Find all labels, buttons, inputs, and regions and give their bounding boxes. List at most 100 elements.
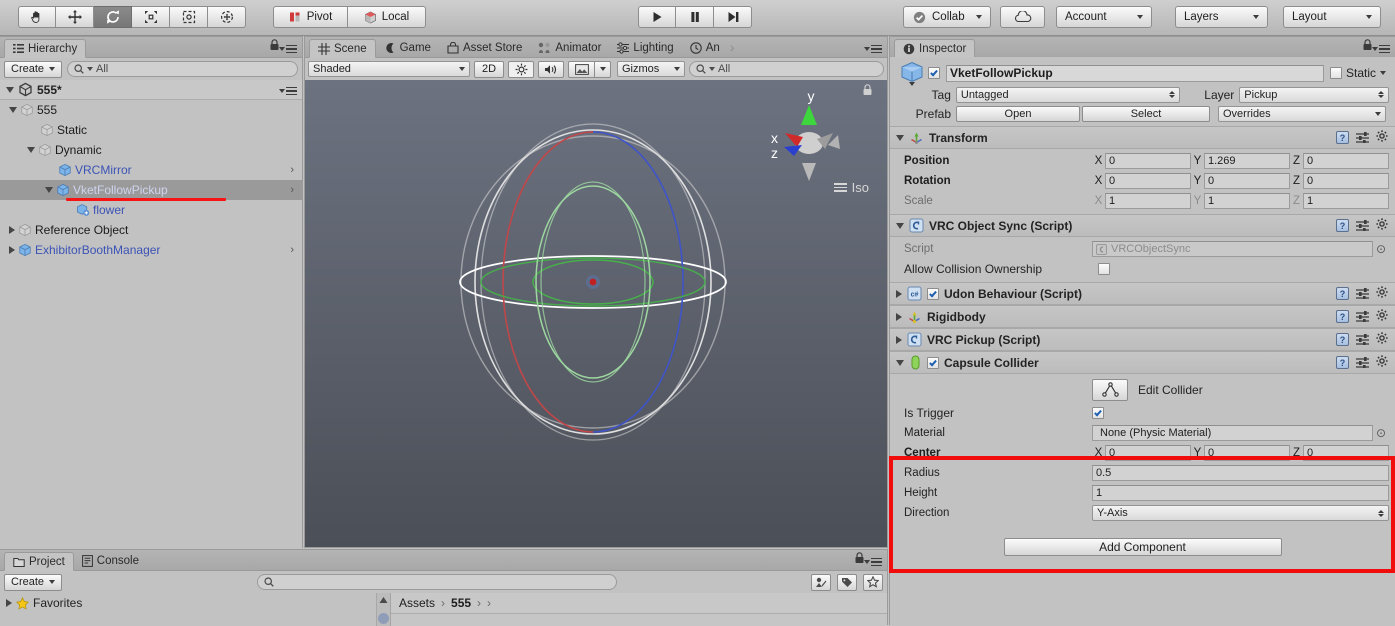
scene-view-gizmo[interactable]: y x z bbox=[753, 85, 863, 190]
project-content[interactable]: Assets › 555 › › bbox=[391, 593, 887, 626]
scene-search-input[interactable]: All bbox=[689, 61, 884, 77]
object-enabled-checkbox[interactable] bbox=[928, 67, 940, 79]
help-icon[interactable]: ? bbox=[1336, 287, 1349, 300]
rect-tool-button[interactable] bbox=[170, 6, 208, 28]
object-picker-icon[interactable]: ⊙ bbox=[1373, 426, 1389, 440]
tab-hierarchy[interactable]: Hierarchy bbox=[4, 39, 87, 58]
input-radius[interactable]: 0.5 bbox=[1092, 465, 1389, 481]
expand-arrow[interactable] bbox=[9, 246, 15, 254]
hierarchy-item-reference-object[interactable]: Reference Object bbox=[0, 220, 302, 240]
layout-button[interactable]: Layout bbox=[1283, 6, 1381, 28]
preset-icon[interactable] bbox=[1356, 288, 1369, 299]
tab-asset-store[interactable]: Asset Store bbox=[439, 38, 530, 57]
input-height[interactable]: 1 bbox=[1092, 485, 1389, 501]
component-expand-arrow[interactable] bbox=[896, 335, 902, 344]
tab-overflow-arrow[interactable]: › bbox=[730, 39, 735, 55]
checkbox-is-trigger[interactable] bbox=[1092, 407, 1104, 419]
object-name-input[interactable]: VketFollowPickup bbox=[946, 64, 1324, 82]
panel-menu-icon[interactable] bbox=[1372, 44, 1390, 53]
account-button[interactable]: Account bbox=[1056, 6, 1152, 28]
component-expand-arrow[interactable] bbox=[896, 359, 904, 366]
gear-icon[interactable] bbox=[1376, 355, 1389, 370]
component-header-vrc-object-sync-script[interactable]: VRC Object Sync (Script)? bbox=[890, 214, 1395, 237]
prefab-open-button[interactable]: Open bbox=[956, 105, 1080, 122]
chevron-right-icon[interactable]: › bbox=[290, 164, 294, 176]
step-button[interactable] bbox=[714, 6, 752, 28]
breadcrumb[interactable]: Assets › 555 › › bbox=[391, 593, 887, 614]
layers-button[interactable]: Layers bbox=[1175, 6, 1268, 28]
project-search-input[interactable] bbox=[256, 574, 617, 590]
hand-tool-button[interactable] bbox=[18, 6, 56, 28]
project-favorites-button[interactable] bbox=[863, 573, 883, 591]
hierarchy-item-vrcmirror[interactable]: VRCMirror › bbox=[0, 160, 302, 180]
object-field-script[interactable]: VRCObjectSync bbox=[1092, 241, 1373, 257]
expand-arrow[interactable] bbox=[27, 147, 35, 153]
preset-icon[interactable] bbox=[1356, 334, 1369, 345]
component-header-vrc-pickup-script[interactable]: VRC Pickup (Script)? bbox=[890, 328, 1395, 351]
expand-arrow[interactable] bbox=[45, 187, 53, 193]
preset-icon[interactable] bbox=[1356, 220, 1369, 231]
input-position-x[interactable]: 0 bbox=[1105, 153, 1191, 169]
input-center-z[interactable]: 0 bbox=[1303, 445, 1389, 461]
tab-scene[interactable]: Scene bbox=[309, 39, 376, 58]
project-tree[interactable]: Favorites bbox=[0, 593, 391, 626]
input-rotation-y[interactable]: 0 bbox=[1204, 173, 1290, 189]
gear-icon[interactable] bbox=[1376, 332, 1389, 347]
help-icon[interactable]: ? bbox=[1336, 131, 1349, 144]
hierarchy-item-static[interactable]: Static bbox=[0, 120, 302, 140]
input-center-x[interactable]: 0 bbox=[1105, 445, 1191, 461]
preset-icon[interactable] bbox=[1356, 357, 1369, 368]
hierarchy-item-555[interactable]: 555 bbox=[0, 100, 302, 120]
tab-an[interactable]: An bbox=[682, 38, 728, 57]
input-position-y[interactable]: 1.269 bbox=[1204, 153, 1290, 169]
scene-panel-menu-icon[interactable] bbox=[864, 44, 882, 53]
preset-icon[interactable] bbox=[1356, 311, 1369, 322]
project-filter-label-button[interactable] bbox=[837, 573, 857, 591]
component-enabled-checkbox[interactable] bbox=[927, 356, 939, 369]
help-icon[interactable]: ? bbox=[1336, 219, 1349, 232]
hierarchy-tree[interactable]: 555 Static Dynamic VRCMirror › VketFollowPick… bbox=[0, 100, 302, 551]
static-dropdown-arrow[interactable] bbox=[1380, 71, 1386, 75]
breadcrumb-item[interactable]: Assets bbox=[399, 596, 435, 610]
tab-game[interactable]: Game bbox=[376, 38, 439, 57]
collab-button[interactable]: Collab bbox=[903, 6, 991, 28]
preset-icon[interactable] bbox=[1356, 132, 1369, 143]
add-component-button[interactable]: Add Component bbox=[1003, 538, 1282, 556]
component-expand-arrow[interactable] bbox=[896, 222, 904, 229]
hierarchy-item-vketfollowpickup[interactable]: VketFollowPickup › bbox=[0, 180, 302, 200]
scene-expand-arrow[interactable] bbox=[6, 86, 14, 93]
project-tree-item-favorites[interactable]: Favorites bbox=[0, 593, 390, 613]
tab-console[interactable]: Console bbox=[74, 551, 147, 570]
gear-icon[interactable] bbox=[1376, 130, 1389, 145]
scene-fx-toggle[interactable] bbox=[568, 60, 595, 78]
play-button[interactable] bbox=[638, 6, 676, 28]
component-expand-arrow[interactable] bbox=[896, 134, 904, 141]
help-icon[interactable]: ? bbox=[1336, 333, 1349, 346]
tag-dropdown[interactable]: Untagged bbox=[955, 86, 1181, 103]
project-tree-scrollbar[interactable] bbox=[376, 593, 390, 626]
tab-inspector[interactable]: Inspector bbox=[894, 39, 976, 58]
rotate-tool-button[interactable] bbox=[94, 6, 132, 28]
scene-audio-toggle[interactable] bbox=[538, 60, 564, 78]
gear-icon[interactable] bbox=[1376, 286, 1389, 301]
hierarchy-item-flower[interactable]: flower bbox=[0, 200, 302, 220]
scene-fx-dropdown[interactable] bbox=[595, 60, 611, 78]
shading-mode-dropdown[interactable]: Shaded bbox=[308, 61, 470, 77]
component-expand-arrow[interactable] bbox=[896, 289, 902, 298]
scene-projection-toggle[interactable]: Iso bbox=[833, 180, 869, 195]
checkbox-allow-collision-ownership[interactable] bbox=[1098, 263, 1110, 275]
hierarchy-item-dynamic[interactable]: Dynamic bbox=[0, 140, 302, 160]
object-field-material[interactable]: None (Physic Material) bbox=[1092, 425, 1373, 441]
help-icon[interactable]: ? bbox=[1336, 310, 1349, 323]
breadcrumb-item[interactable]: 555 bbox=[451, 596, 471, 610]
gizmos-dropdown[interactable]: Gizmos bbox=[617, 61, 685, 77]
component-header-transform[interactable]: Transform? bbox=[890, 126, 1395, 149]
prefab-select-button[interactable]: Select bbox=[1082, 105, 1210, 122]
dropdown-direction[interactable]: Y-Axis bbox=[1092, 505, 1389, 521]
input-rotation-x[interactable]: 0 bbox=[1105, 173, 1191, 189]
scale-tool-button[interactable] bbox=[132, 6, 170, 28]
static-checkbox[interactable] bbox=[1329, 67, 1342, 79]
scene-menu-icon[interactable] bbox=[279, 86, 297, 95]
edit-collider-button[interactable] bbox=[1092, 378, 1128, 401]
component-header-rigidbody[interactable]: Rigidbody? bbox=[890, 305, 1395, 328]
